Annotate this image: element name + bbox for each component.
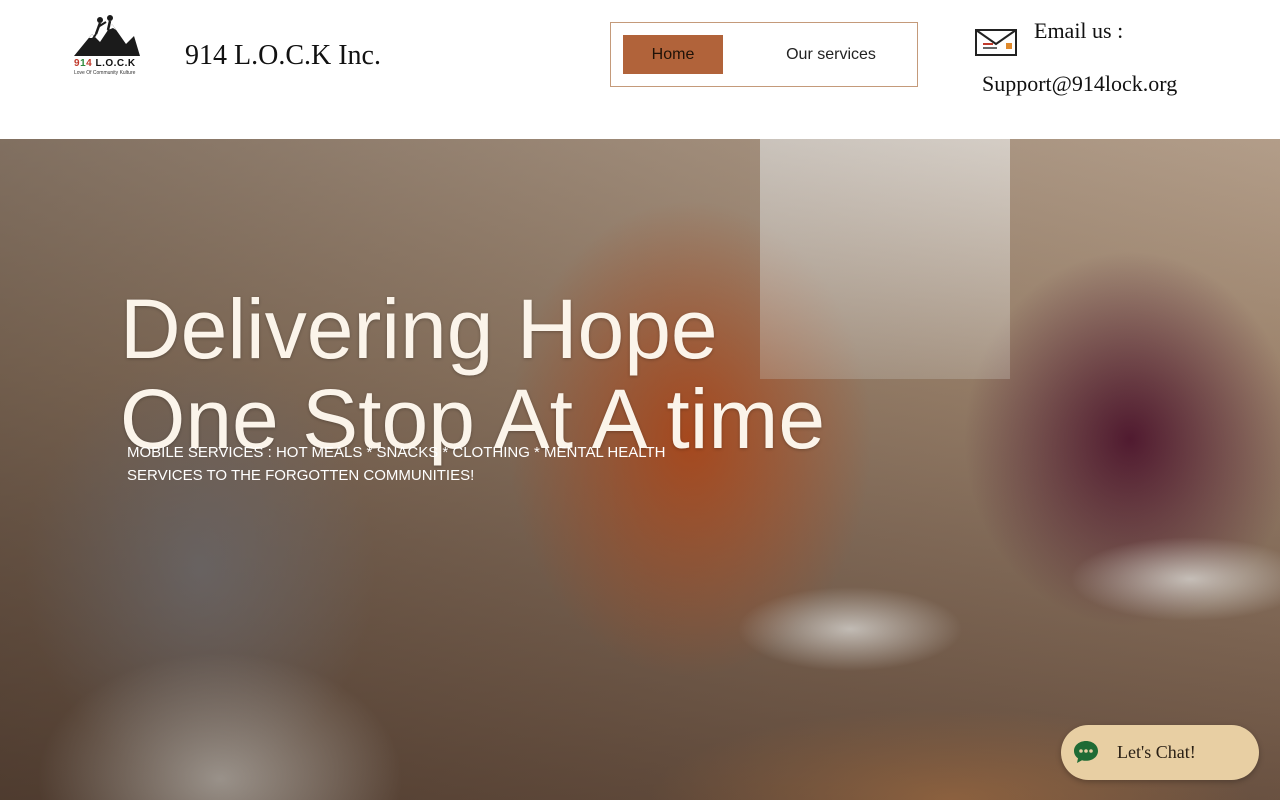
main-nav: Home Our services [610,22,918,87]
nav-item-home[interactable]: Home [623,35,723,74]
logo-tagline: Love Of Community Kulture [74,70,136,76]
hero-section: Delivering Hope One Stop At A time MOBIL… [0,139,1280,800]
site-title[interactable]: 914 L.O.C.K Inc. [185,40,381,72]
mail-icon [975,29,1017,56]
site-header: 914 L.O.C.K Love Of Community Kulture 91… [0,0,1280,139]
lets-chat-button[interactable]: Let's Chat! [1061,725,1259,780]
chat-label: Let's Chat! [1117,742,1196,762]
site-logo[interactable]: 914 L.O.C.K Love Of Community Kulture [70,14,158,92]
mountain-climbers-logo-icon [74,15,140,56]
hero-subtext: MOBILE SERVICES : HOT MEALS * SNACKS * C… [127,444,666,484]
chat-bubble-icon [1074,741,1098,763]
hero-headline: Delivering Hope One Stop At A time [120,284,1120,464]
email-label: Email us : [1034,18,1124,43]
nav-item-our-services[interactable]: Our services [769,35,893,74]
hero-headline-line1: Delivering Hope [120,282,718,376]
logo-wordmark: 914 L.O.C.K [74,58,136,69]
email-address-link[interactable]: Support@914lock.org [982,71,1177,97]
